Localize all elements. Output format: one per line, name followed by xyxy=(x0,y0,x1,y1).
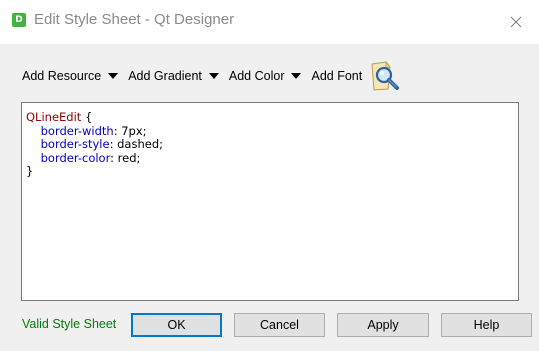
css-value: : red; xyxy=(110,150,141,165)
qt-designer-app-icon: D xyxy=(12,13,26,27)
apply-button[interactable]: Apply xyxy=(337,313,429,337)
css-property: border-color xyxy=(40,150,111,165)
code-line: border-style: dashed; xyxy=(26,137,518,152)
dropdown-arrow-icon xyxy=(208,73,219,79)
dropdown-arrow-icon xyxy=(291,73,302,79)
css-property: border-width xyxy=(40,123,114,138)
add-gradient-label: Add Gradient xyxy=(128,69,202,83)
add-resource-menu[interactable]: Add Resource xyxy=(22,69,119,83)
css-selector: QLineEdit xyxy=(26,110,82,124)
close-icon xyxy=(510,16,522,28)
code-line: QLineEdit { xyxy=(26,110,518,125)
window-title: Edit Style Sheet - Qt Designer xyxy=(34,11,235,28)
add-resource-label: Add Resource xyxy=(22,69,102,83)
css-value: : dashed; xyxy=(109,137,164,151)
toolbar: Add Resource Add Gradient Add Color Add … xyxy=(22,58,402,94)
add-gradient-menu[interactable]: Add Gradient xyxy=(128,69,219,83)
edit-style-sheet-dialog: D Edit Style Sheet - Qt Designer Add Res… xyxy=(0,0,539,351)
add-color-label: Add Color xyxy=(228,69,285,83)
close-button[interactable] xyxy=(493,0,539,44)
css-close-brace: } xyxy=(26,164,34,178)
validity-status: Valid Style Sheet xyxy=(22,317,117,331)
add-color-menu[interactable]: Add Color xyxy=(229,69,302,83)
code-line: } xyxy=(26,164,518,179)
add-font-label: Add Font xyxy=(311,69,363,83)
css-value: : 7px; xyxy=(113,123,147,138)
code-line: border-width: 7px; xyxy=(26,123,518,139)
add-font-button[interactable]: Add Font xyxy=(311,69,362,83)
dropdown-arrow-icon xyxy=(108,73,119,79)
css-property: border-style xyxy=(40,137,110,151)
code-line: border-color: red; xyxy=(26,150,518,166)
magnifier-icon[interactable] xyxy=(368,59,402,93)
cancel-button[interactable]: Cancel xyxy=(234,313,325,337)
help-button[interactable]: Help xyxy=(441,313,532,337)
ok-button[interactable]: OK xyxy=(131,313,222,337)
css-brace: { xyxy=(81,110,93,124)
style-sheet-editor[interactable]: QLineEdit { border-width: 7px; border-st… xyxy=(21,102,519,301)
title-bar: D Edit Style Sheet - Qt Designer xyxy=(0,0,539,44)
